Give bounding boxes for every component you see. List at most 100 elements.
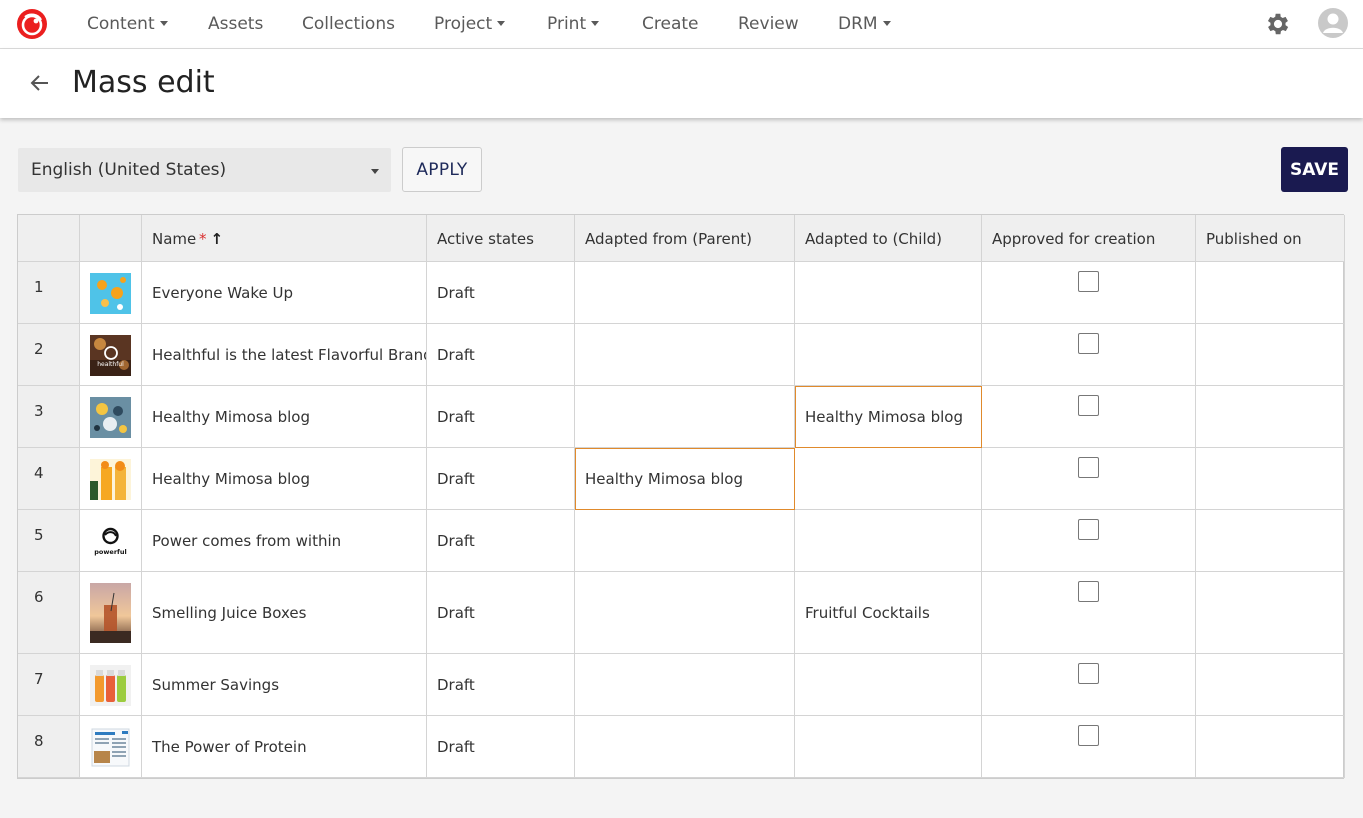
- cell-approved[interactable]: [982, 324, 1196, 386]
- nav-review[interactable]: Review: [738, 13, 799, 35]
- cell-text-child: Healthy Mimosa blog: [805, 408, 963, 426]
- approved-checkbox[interactable]: [1078, 271, 1099, 292]
- arrow-left-icon[interactable]: [28, 71, 52, 95]
- cell-approved[interactable]: [982, 448, 1196, 510]
- cell-parent[interactable]: [575, 262, 795, 324]
- cell-parent[interactable]: [575, 510, 795, 572]
- cell-child[interactable]: [795, 510, 982, 572]
- cell-state[interactable]: Draft: [427, 262, 575, 324]
- cell-published[interactable]: [1196, 262, 1345, 324]
- user-avatar-icon[interactable]: [1318, 8, 1348, 38]
- cell-approved[interactable]: [982, 654, 1196, 716]
- cell-num: 7: [18, 654, 80, 716]
- approved-checkbox[interactable]: [1078, 395, 1099, 416]
- column-header-label: Active states: [437, 230, 534, 248]
- cell-state[interactable]: Draft: [427, 324, 575, 386]
- nav-assets[interactable]: Assets: [208, 13, 263, 35]
- cell-child[interactable]: [795, 262, 982, 324]
- cell-num: 6: [18, 572, 80, 654]
- sitecore-logo-icon[interactable]: [16, 8, 48, 40]
- cell-approved[interactable]: [982, 572, 1196, 654]
- column-header-label: Name: [152, 230, 197, 248]
- chevron-down-icon: [159, 20, 168, 26]
- cell-text-name: Healthy Mimosa blog: [152, 470, 310, 488]
- cell-text-name: The Power of Protein: [152, 738, 307, 756]
- chevron-down-icon: [371, 169, 379, 174]
- mimosa-glasses-thumbnail: [90, 458, 131, 500]
- cell-child[interactable]: [795, 324, 982, 386]
- cell-state[interactable]: Draft: [427, 572, 575, 654]
- cell-approved[interactable]: [982, 716, 1196, 778]
- nav-project[interactable]: Project: [434, 13, 506, 35]
- cell-name[interactable]: The Power of Protein: [142, 716, 427, 778]
- cell-num: 8: [18, 716, 80, 778]
- cell-published[interactable]: [1196, 510, 1345, 572]
- cell-approved[interactable]: [982, 386, 1196, 448]
- cell-name[interactable]: Healthy Mimosa blog: [142, 448, 427, 510]
- gear-icon[interactable]: [1264, 10, 1292, 38]
- cell-state[interactable]: Draft: [427, 654, 575, 716]
- approved-checkbox[interactable]: [1078, 725, 1099, 746]
- cell-child[interactable]: [795, 448, 982, 510]
- row-number: 3: [34, 402, 44, 420]
- cell-parent[interactable]: [575, 572, 795, 654]
- save-button[interactable]: SAVE: [1281, 147, 1348, 192]
- cell-parent[interactable]: [575, 386, 795, 448]
- cell-approved[interactable]: [982, 262, 1196, 324]
- cell-name[interactable]: Everyone Wake Up: [142, 262, 427, 324]
- cell-approved[interactable]: [982, 510, 1196, 572]
- approved-checkbox[interactable]: [1078, 457, 1099, 478]
- cell-published[interactable]: [1196, 716, 1345, 778]
- nav-collections[interactable]: Collections: [302, 13, 395, 35]
- cell-state[interactable]: Draft: [427, 716, 575, 778]
- cell-text-state: Draft: [437, 738, 475, 756]
- row-number: 5: [34, 526, 44, 544]
- cell-parent[interactable]: [575, 716, 795, 778]
- cell-parent[interactable]: [575, 324, 795, 386]
- column-header-published: Published on: [1196, 215, 1345, 262]
- approved-checkbox[interactable]: [1078, 663, 1099, 684]
- cell-published[interactable]: [1196, 386, 1345, 448]
- nav-drm[interactable]: DRM: [838, 13, 891, 35]
- cell-name[interactable]: Smelling Juice Boxes: [142, 572, 427, 654]
- name-header-extras: * ↑: [199, 229, 223, 249]
- cell-text-state: Draft: [437, 408, 475, 426]
- approved-checkbox[interactable]: [1078, 333, 1099, 354]
- column-header-name[interactable]: Name * ↑: [142, 215, 427, 262]
- cell-parent[interactable]: Healthy Mimosa blog: [575, 448, 795, 510]
- cell-name[interactable]: Summer Savings: [142, 654, 427, 716]
- cell-published[interactable]: [1196, 448, 1345, 510]
- cell-text-state: Draft: [437, 346, 475, 364]
- svg-text:healthful: healthful: [97, 361, 124, 368]
- cell-state[interactable]: Draft: [427, 448, 575, 510]
- cell-published[interactable]: [1196, 324, 1345, 386]
- cell-child[interactable]: Fruitful Cocktails: [795, 572, 982, 654]
- approved-checkbox[interactable]: [1078, 581, 1099, 602]
- sort-ascending-icon[interactable]: ↑: [211, 230, 224, 248]
- nav-create[interactable]: Create: [642, 13, 699, 35]
- nav-print[interactable]: Print: [547, 13, 600, 35]
- cell-child[interactable]: [795, 654, 982, 716]
- cell-child[interactable]: [795, 716, 982, 778]
- cell-child[interactable]: Healthy Mimosa blog: [795, 386, 982, 448]
- cell-text-name: Healthful is the latest Flavorful Brand: [152, 346, 427, 364]
- cell-state[interactable]: Draft: [427, 386, 575, 448]
- svg-text:powerful: powerful: [94, 548, 126, 556]
- cell-name[interactable]: Healthy Mimosa blog: [142, 386, 427, 448]
- cell-text-parent: Healthy Mimosa blog: [585, 470, 743, 488]
- cell-published[interactable]: [1196, 572, 1345, 654]
- cell-parent[interactable]: [575, 654, 795, 716]
- column-header-child: Adapted to (Child): [795, 215, 982, 262]
- cell-state[interactable]: Draft: [427, 510, 575, 572]
- cell-name[interactable]: Power comes from within: [142, 510, 427, 572]
- column-header-parent: Adapted from (Parent): [575, 215, 795, 262]
- nav-content[interactable]: Content: [87, 13, 168, 35]
- approved-checkbox[interactable]: [1078, 519, 1099, 540]
- cell-name[interactable]: Healthful is the latest Flavorful Brand: [142, 324, 427, 386]
- cell-text-name: Healthy Mimosa blog: [152, 408, 310, 426]
- apply-button[interactable]: APPLY: [402, 147, 482, 192]
- column-header-label: Adapted from (Parent): [585, 230, 753, 248]
- cell-published[interactable]: [1196, 654, 1345, 716]
- cell-text-state: Draft: [437, 676, 475, 694]
- language-select[interactable]: English (United States): [18, 148, 391, 192]
